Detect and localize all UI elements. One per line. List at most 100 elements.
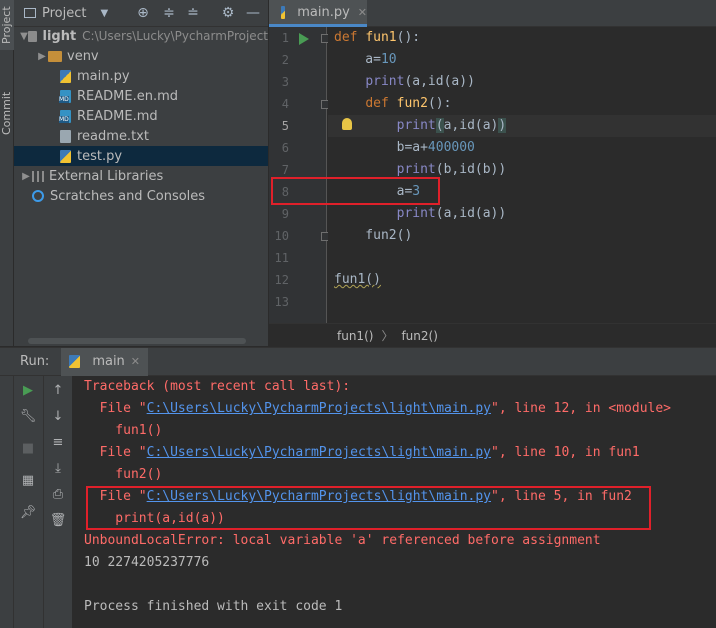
console-line: UnboundLocalError: local variable 'a' re…: [84, 533, 601, 548]
print-icon[interactable]: ⎙: [49, 486, 67, 504]
tree-item-label: Scratches and Consoles: [50, 188, 206, 204]
scratch-icon: [32, 190, 44, 202]
run-tab-label: main: [92, 354, 125, 369]
trash-icon[interactable]: 🗑︎: [49, 512, 67, 530]
breadcrumb-item-fun2[interactable]: fun2(): [401, 329, 437, 343]
locate-icon[interactable]: ⊕: [134, 4, 152, 22]
editor-tab-label: main.py: [297, 4, 350, 20]
code-line-4: def fun2():: [365, 96, 452, 111]
tree-item-readme-md[interactable]: README.md: [14, 106, 268, 126]
console-line: fun2(): [84, 467, 163, 482]
code-line-2: a=10: [334, 52, 397, 67]
arrow-up-icon[interactable]: ↑: [49, 382, 67, 400]
text-file-icon: [60, 129, 71, 143]
line-number: 9: [281, 207, 289, 221]
tree-item-venv[interactable]: ▶ venv: [14, 46, 268, 66]
tree-item-readme-en-md[interactable]: README.en.md: [14, 86, 268, 106]
project-panel-title[interactable]: Project: [42, 6, 86, 21]
run-panel-header: Run: main ✕: [0, 347, 716, 376]
line-number: 5: [281, 119, 289, 133]
tree-item-label: README.en.md: [77, 88, 178, 104]
soft-wrap-icon[interactable]: ≡: [49, 434, 67, 452]
breadcrumb-item-fun1[interactable]: fun1(): [337, 329, 373, 343]
run-toolbar-secondary: ↑ ↓ ≡ ⤓ ⎙ 🗑︎: [43, 376, 72, 628]
editor-tab-bar: main.py ✕: [269, 0, 716, 27]
markdown-file-icon: [59, 89, 71, 103]
library-icon: [32, 170, 44, 182]
editor-gutter: 1 2 3 4 5 6 7 8 9 10 11 12 13: [269, 27, 330, 323]
breadcrumb: fun1() 〉 fun2(): [269, 323, 716, 347]
console-line: File "C:\Users\Lucky\PycharmProjects\lig…: [84, 445, 640, 460]
wrench-icon[interactable]: 🔧︎: [19, 408, 37, 426]
pin-icon[interactable]: 📌︎: [19, 504, 37, 522]
tree-item-scratches[interactable]: Scratches and Consoles: [14, 186, 268, 206]
file-link[interactable]: C:\Users\Lucky\PycharmProjects\light\mai…: [147, 445, 491, 460]
chevron-down-icon[interactable]: ▼: [100, 8, 108, 19]
layout-icon[interactable]: ▦: [19, 472, 37, 490]
code-line-6: b=a+400000: [334, 140, 475, 155]
code-editor[interactable]: def fun1(): a=10 print(a,id(a)) def fun2…: [328, 27, 716, 323]
line-number: 12: [274, 273, 289, 287]
left-tool-strip: Project Commit: [0, 0, 14, 346]
python-file-icon: [69, 355, 81, 368]
minimize-icon[interactable]: —: [244, 4, 262, 22]
tree-item-label: venv: [67, 48, 99, 64]
line-number: 10: [274, 229, 289, 243]
collapse-all-icon[interactable]: ≐: [184, 4, 202, 22]
tree-item-label: External Libraries: [49, 168, 164, 184]
tree-item-label: main.py: [77, 68, 130, 84]
tree-item-test-py[interactable]: test.py: [14, 146, 268, 166]
run-panel-title: Run:: [20, 354, 50, 369]
folder-icon: [48, 50, 62, 62]
scroll-to-end-icon[interactable]: ⤓: [49, 460, 67, 478]
highlight-box-line-8: [271, 177, 440, 205]
code-line-5: print(a,id(a)): [396, 118, 507, 133]
line-number: 7: [281, 163, 289, 177]
code-line-12: fun1(): [334, 272, 381, 287]
close-icon[interactable]: ✕: [131, 355, 140, 368]
tree-item-main-py[interactable]: main.py: [14, 66, 268, 86]
run-toolbar-primary: ▶ 🔧︎ ■ ▦ 📌︎: [14, 376, 43, 628]
run-play-icon[interactable]: [299, 33, 309, 45]
tree-item-readme-txt[interactable]: readme.txt: [14, 126, 268, 146]
console-line: Traceback (most recent call last):: [84, 379, 351, 394]
file-link[interactable]: C:\Users\Lucky\PycharmProjects\light\mai…: [147, 401, 491, 416]
expand-all-icon[interactable]: ≑: [160, 4, 178, 22]
line-number: 6: [281, 141, 289, 155]
code-line-9: print(a,id(a)): [396, 206, 507, 221]
console-line: fun1(): [84, 423, 163, 438]
line-number: 2: [281, 53, 289, 67]
tree-item-external-libraries[interactable]: ▶ External Libraries: [14, 166, 268, 186]
tree-item-root[interactable]: ▼ light C:\Users\Lucky\PycharmProject: [14, 26, 268, 46]
chevron-right-icon[interactable]: ▶: [20, 171, 32, 182]
project-tool-tab[interactable]: Project: [0, 0, 14, 50]
code-line-10: fun2(): [334, 228, 413, 243]
markdown-file-icon: [59, 109, 71, 123]
rerun-icon[interactable]: ▶: [19, 382, 37, 400]
stop-icon[interactable]: ■: [19, 440, 37, 458]
arrow-down-icon[interactable]: ↓: [49, 408, 67, 426]
chevron-right-icon[interactable]: ▶: [36, 51, 48, 62]
highlight-box-traceback-frame: [86, 486, 651, 530]
close-icon[interactable]: ✕: [358, 6, 367, 19]
run-tab-main[interactable]: main ✕: [61, 347, 149, 376]
console-line: File "C:\Users\Lucky\PycharmProjects\lig…: [84, 401, 672, 416]
run-left-strip: [0, 376, 14, 628]
python-file-icon: [60, 149, 71, 163]
gear-icon[interactable]: ⚙: [219, 4, 237, 22]
console-line: 10 2274205237776: [84, 555, 210, 570]
chevron-down-icon[interactable]: ▼: [20, 31, 28, 42]
code-line-1: def fun1():: [334, 30, 421, 45]
tree-item-label: README.md: [77, 108, 158, 124]
tree-item-label: light: [42, 28, 77, 44]
horizontal-scrollbar[interactable]: [28, 338, 246, 344]
python-file-icon: [281, 5, 286, 19]
python-file-icon: [60, 69, 71, 83]
tree-item-label: test.py: [77, 148, 123, 164]
editor-tab-main-py[interactable]: main.py ✕: [269, 0, 367, 27]
line-number: 3: [281, 75, 289, 89]
project-panel-header: Project ▼ ⊕ ≑ ≐ ⚙ —: [14, 0, 268, 27]
line-number: 11: [274, 251, 289, 265]
project-view-icon: [24, 8, 36, 18]
commit-tool-tab[interactable]: Commit: [0, 86, 14, 140]
